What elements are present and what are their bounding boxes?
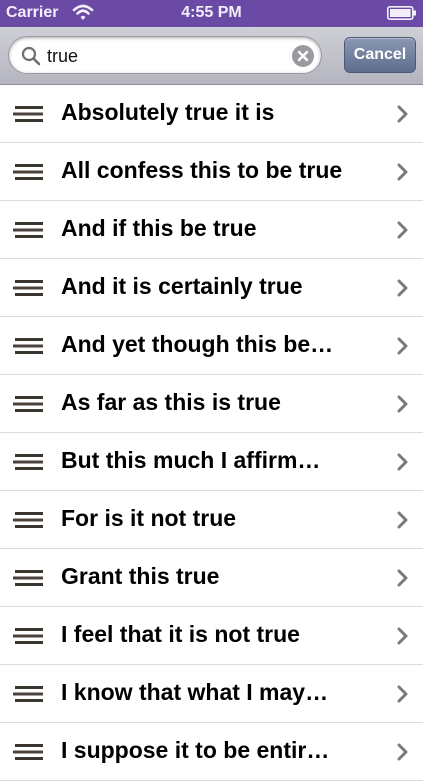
lines-icon [13, 395, 45, 413]
list-item-label: I suppose it to be entir… [61, 737, 330, 763]
list-item-label: Grant this true [61, 563, 220, 589]
chevron-right-icon [397, 105, 409, 123]
chevron-right-icon [397, 627, 409, 645]
list-item[interactable]: For is it not true [0, 491, 423, 549]
list-item-label: But this much I affirm… [61, 447, 321, 473]
chevron-right-icon [397, 743, 409, 761]
cancel-button[interactable]: Cancel [344, 37, 416, 73]
list-item-label: I feel that it is not true [61, 621, 300, 647]
chevron-right-icon [397, 337, 409, 355]
list-item-label: All confess this to be true [61, 157, 343, 183]
list-item[interactable]: And if this be true [0, 201, 423, 259]
status-time: 4:55 PM [181, 4, 242, 21]
lines-icon [13, 163, 45, 181]
search-field[interactable] [8, 36, 322, 74]
list-item[interactable]: I suppose it to be entir… [0, 723, 423, 781]
lines-icon [13, 453, 45, 471]
lines-icon [13, 511, 45, 529]
status-bar: Carrier 4:55 PM [0, 0, 423, 27]
lines-icon [13, 221, 45, 239]
clear-search-icon[interactable] [292, 45, 314, 67]
list-item[interactable]: But this much I affirm… [0, 433, 423, 491]
lines-icon [13, 743, 45, 761]
list-item[interactable]: Grant this true [0, 549, 423, 607]
results-list: Absolutely true it is All confess this to… [0, 85, 423, 781]
list-item[interactable]: And yet though this be… [0, 317, 423, 375]
list-item-label: And if this be true [61, 215, 257, 241]
lines-icon [13, 569, 45, 587]
battery-icon [387, 6, 416, 20]
list-item-label: Absolutely true it is [61, 99, 275, 125]
search-icon [21, 46, 41, 66]
lines-icon [13, 279, 45, 297]
list-item-label: And it is certainly true [61, 273, 303, 299]
chevron-right-icon [397, 569, 409, 587]
lines-icon [13, 337, 45, 355]
list-item-label: And yet though this be… [61, 331, 334, 357]
list-item[interactable]: And it is certainly true [0, 259, 423, 317]
search-input[interactable] [47, 44, 287, 68]
list-item[interactable]: Absolutely true it is [0, 85, 423, 143]
list-item-label: For is it not true [61, 505, 237, 531]
chevron-right-icon [397, 221, 409, 239]
list-item[interactable]: I know that what I may… [0, 665, 423, 723]
list-item[interactable]: All confess this to be true [0, 143, 423, 201]
lines-icon [13, 627, 45, 645]
chevron-right-icon [397, 453, 409, 471]
chevron-right-icon [397, 685, 409, 703]
list-item-label: I know that what I may… [61, 679, 329, 705]
chevron-right-icon [397, 511, 409, 529]
chevron-right-icon [397, 279, 409, 297]
list-item-label: As far as this is true [61, 389, 281, 415]
chevron-right-icon [397, 163, 409, 181]
lines-icon [13, 685, 45, 703]
chevron-right-icon [397, 395, 409, 413]
list-item[interactable]: I feel that it is not true [0, 607, 423, 665]
lines-icon [13, 105, 45, 123]
list-item[interactable]: As far as this is true [0, 375, 423, 433]
search-bar: Cancel [0, 27, 423, 85]
